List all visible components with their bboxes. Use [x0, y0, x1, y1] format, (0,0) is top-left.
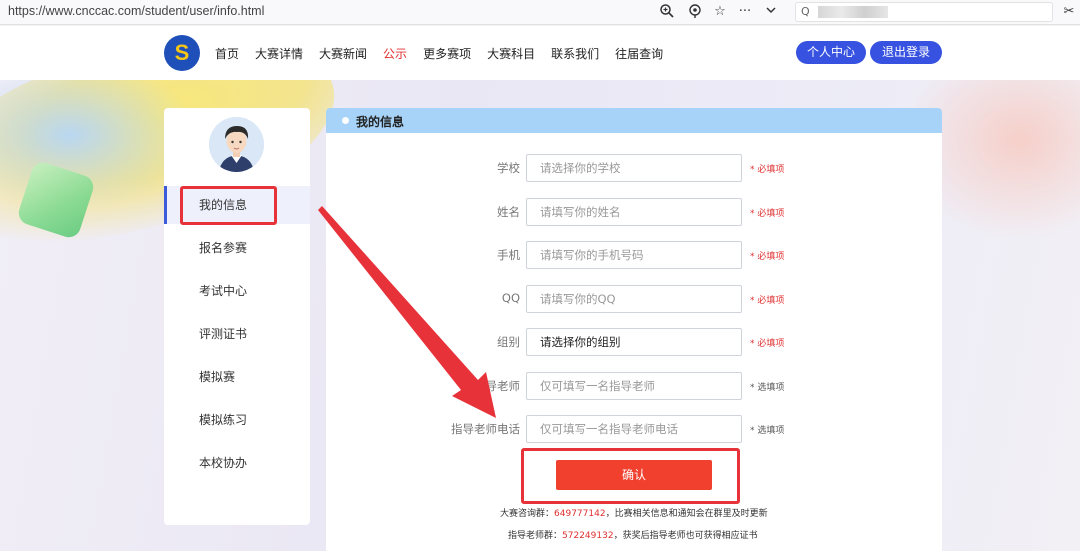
- info-panel: 我的信息 学校* 必填项姓名* 必填项手机* 必填项QQ* 必填项组别* 必填项…: [326, 108, 942, 551]
- field-label: 指导老师电话: [451, 422, 520, 436]
- zoom-icon[interactable]: [658, 3, 676, 21]
- personal-center-button[interactable]: 个人中心: [796, 41, 866, 64]
- field-label: 姓名: [497, 204, 520, 219]
- form-row: 学校 * 必填项: [326, 154, 942, 182]
- sidebar-item-5[interactable]: 模拟练习: [164, 401, 310, 439]
- nav-item-1[interactable]: 大赛详情: [255, 45, 303, 62]
- form-row: 指导老师电话 * 选填项: [326, 415, 942, 443]
- scissors-icon[interactable]: ✂: [1060, 3, 1078, 21]
- form-row: 手机 * 必填项: [326, 241, 942, 269]
- star-icon[interactable]: ☆: [711, 3, 729, 21]
- field-requirement-tag: * 必填项: [750, 252, 785, 262]
- search-icon: Q: [801, 5, 810, 18]
- url-text[interactable]: https://www.cnccac.com/student/user/info…: [8, 4, 264, 18]
- form-input-3[interactable]: [527, 285, 741, 312]
- nav-item-6[interactable]: 联系我们: [551, 45, 599, 62]
- form-row: QQ * 必填项: [326, 284, 942, 313]
- field-label: 指导老师: [474, 378, 520, 393]
- sidebar-item-3[interactable]: 评测证书: [164, 315, 310, 353]
- form-row: 姓名 * 必填项: [326, 197, 942, 226]
- nav-item-0[interactable]: 首页: [215, 45, 239, 62]
- sidebar-item-0[interactable]: 我的信息: [164, 186, 310, 224]
- avatar: [209, 117, 264, 172]
- sidebar-item-4[interactable]: 模拟赛: [164, 358, 310, 396]
- panel-header: 我的信息: [326, 108, 942, 133]
- location-icon[interactable]: [686, 3, 704, 21]
- field-requirement-tag: * 必填项: [750, 295, 785, 306]
- form-input-5[interactable]: [527, 372, 741, 399]
- field-requirement-tag: * 选填项: [750, 426, 785, 436]
- field-label: QQ: [501, 290, 520, 305]
- field-label: 手机: [497, 248, 520, 262]
- form-input-0[interactable]: [527, 155, 741, 181]
- blurred-search-text: [818, 6, 888, 18]
- form-row: 指导老师 * 选填项: [326, 371, 942, 400]
- nav-item-5[interactable]: 大赛科目: [487, 45, 535, 62]
- panel-title: 我的信息: [356, 115, 405, 129]
- sidebar-item-6[interactable]: 本校协办: [164, 444, 310, 482]
- field-box: [526, 328, 742, 356]
- field-requirement-tag: * 必填项: [750, 339, 785, 349]
- confirm-button[interactable]: 确认: [556, 460, 712, 490]
- field-box: [526, 241, 742, 269]
- panel-dot-icon: [342, 117, 349, 124]
- field-box: [526, 197, 742, 226]
- nav-item-7[interactable]: 往届查询: [615, 45, 663, 62]
- form-input-1[interactable]: [527, 198, 741, 225]
- consult-group-number: 649777142: [554, 509, 606, 519]
- site-header: S 首页 大赛详情 大赛新闻 公示 更多赛项 大赛科目 联系我们 往届查询 个人中心 退出登录: [0, 26, 1080, 80]
- site-logo[interactable]: S: [164, 35, 200, 71]
- consult-group-note: 大赛咨询群：649777142，比赛相关信息和通知会在群里及时更新: [500, 509, 768, 519]
- field-label: 学校: [497, 161, 520, 175]
- teacher-group-number: 572249132: [562, 531, 614, 541]
- field-requirement-tag: * 必填项: [750, 208, 785, 219]
- sidebar-item-1[interactable]: 报名参赛: [164, 229, 310, 267]
- field-label: 组别: [497, 335, 520, 349]
- nav-item-3[interactable]: 公示: [383, 45, 407, 62]
- browser-search-box[interactable]: Q: [795, 2, 1053, 22]
- main-nav: 首页 大赛详情 大赛新闻 公示 更多赛项 大赛科目 联系我们 往届查询: [215, 45, 679, 62]
- sidebar-item-2[interactable]: 考试中心: [164, 272, 310, 310]
- field-box: [526, 154, 742, 182]
- user-sidebar: 我的信息报名参赛考试中心评测证书模拟赛模拟练习本校协办: [164, 108, 310, 525]
- nav-item-2[interactable]: 大赛新闻: [319, 45, 367, 62]
- teacher-group-note: 指导老师群：572249132，获奖后指导老师也可获得相应证书: [508, 531, 758, 541]
- field-requirement-tag: * 选填项: [750, 382, 785, 393]
- field-box: [526, 284, 742, 313]
- form-input-2[interactable]: [527, 242, 741, 268]
- more-icon[interactable]: ···: [736, 3, 754, 21]
- form-input-4[interactable]: [527, 329, 741, 355]
- field-box: [526, 415, 742, 443]
- field-requirement-tag: * 必填项: [750, 165, 785, 175]
- field-box: [526, 371, 742, 400]
- form-row: 组别 * 必填项: [326, 328, 942, 356]
- chevron-down-icon[interactable]: [762, 3, 780, 21]
- form-input-6[interactable]: [527, 416, 741, 442]
- browser-address-bar: https://www.cnccac.com/student/user/info…: [0, 0, 1080, 25]
- logout-button[interactable]: 退出登录: [870, 41, 942, 64]
- nav-item-4[interactable]: 更多赛项: [423, 45, 471, 62]
